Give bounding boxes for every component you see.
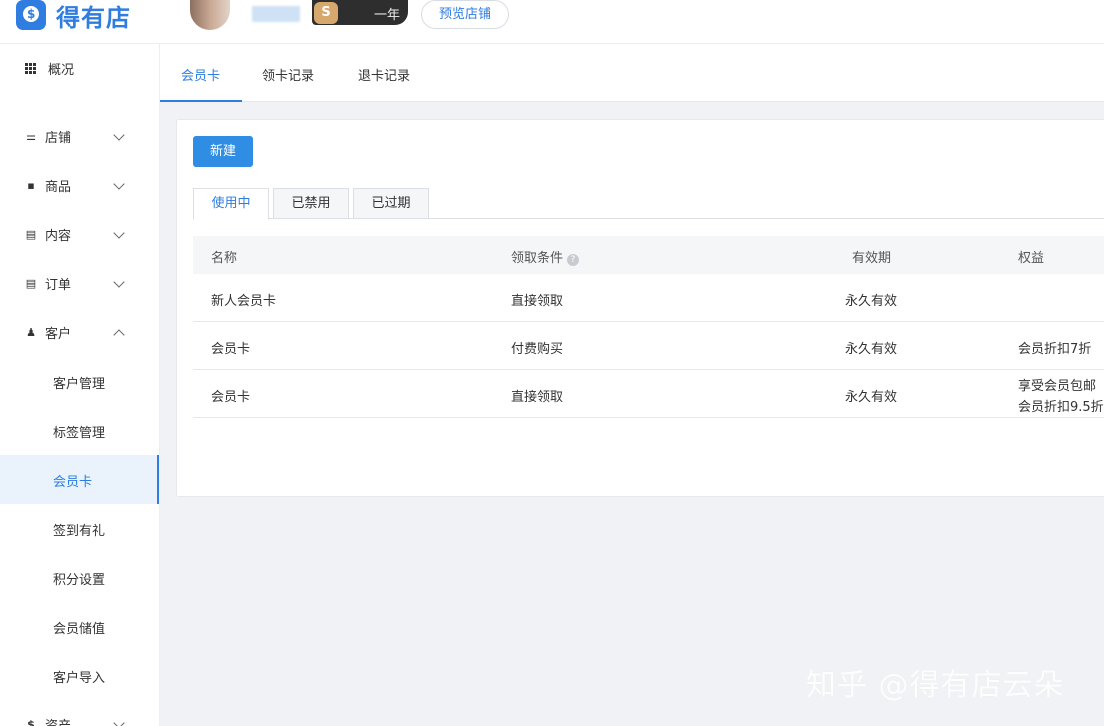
top-bar: $ 得有店 S 一年 预览店铺 [0,0,1104,44]
status-tabs: 使用中 已禁用 已过期 [193,188,1104,220]
column-header-validity: 有效期 [852,251,892,266]
tab-in-use[interactable]: 使用中 [193,188,269,220]
sidebar-item-label: 概况 [48,63,75,78]
order-icon: ▤ [25,276,37,290]
tab-disabled[interactable]: 已禁用 [273,188,349,219]
table-header: 名称 领取条件? 有效期 权益 [193,236,1104,274]
dollar-shop-icon: $ [16,0,46,30]
column-header-benefit: 权益 [1018,251,1045,266]
dollar-icon: $ [27,717,35,726]
sidebar-item-overview[interactable]: 概况 [0,44,159,93]
member-card-panel: 新建 使用中 已禁用 已过期 名称 领取条件? 有效期 权益 新人会员卡 直接领… [176,119,1104,497]
sidebar-subitem-label: 积分设置 [53,573,106,588]
sidebar-subitem-customer-import[interactable]: 客户导入 [0,651,159,700]
shop-avatar[interactable] [190,0,230,30]
store-icon: ⚌ [26,129,36,143]
logo[interactable]: $ 得有店 [16,0,131,32]
level-text: 一年 [374,8,401,23]
tab-expired[interactable]: 已过期 [353,188,429,219]
cell-validity: 永久有效 [845,294,898,309]
cell-validity: 永久有效 [845,390,898,405]
sidebar-subitem-member-card[interactable]: 会员卡 [0,455,159,504]
sidebar-item-label: 资产 [45,715,71,726]
content-icon: ▤ [25,227,37,241]
sidebar-subitem-checkin-gift[interactable]: 签到有礼 [0,504,159,553]
tab-claim-records[interactable]: 领卡记录 [262,65,314,84]
active-tab-indicator [160,100,242,102]
cell-benefit: 会员折扣7折 [1018,342,1092,357]
sidebar-item-label: 店铺 [45,131,72,146]
cell-validity: 永久有效 [845,342,898,357]
column-header-condition: 领取条件? [511,247,580,266]
chevron-up-icon [113,328,125,341]
cell-name: 会员卡 [211,390,251,405]
sidebar-item-label: 订单 [45,278,72,293]
sidebar-item-goods[interactable]: ▪ 商品 [0,161,159,210]
column-header-name: 名称 [211,251,238,266]
sidebar-item-label: 内容 [45,229,72,244]
sidebar-item-customer[interactable]: ♟ 客户 [0,308,159,357]
tab-member-card[interactable]: 会员卡 [181,65,220,84]
chevron-down-icon [113,177,125,190]
cell-name: 新人会员卡 [211,294,277,309]
chevron-down-icon [113,275,125,288]
sidebar-subitem-label: 标签管理 [53,426,106,441]
sidebar-subitem-points-settings[interactable]: 积分设置 [0,553,159,602]
chevron-down-icon [113,226,125,239]
cell-condition: 直接领取 [511,294,564,309]
sidebar-subitem-label: 客户导入 [53,671,106,686]
sidebar-item-label: 客户 [45,327,72,342]
cell-name: 会员卡 [211,342,251,357]
sidebar-subitem-tag-management[interactable]: 标签管理 [0,406,159,455]
page-tabs: 会员卡 领卡记录 退卡记录 [160,44,1104,102]
level-s-icon: S [314,2,338,24]
sidebar-subitem-label: 客户管理 [53,377,106,392]
cell-condition: 付费购买 [511,342,564,357]
new-button[interactable]: 新建 [193,136,253,167]
table-row[interactable]: 新人会员卡 直接领取 永久有效 [193,274,1104,322]
sidebar: 概况 ⚌ 店铺 ▪ 商品 ▤ 内容 ▤ 订单 ♟ 客户 客户管理 标签管理 会员… [0,44,160,726]
watermark: 知乎 @得有店云朵 [806,668,1065,703]
chevron-down-icon [113,716,125,726]
chevron-down-icon [113,128,125,141]
cell-condition: 直接领取 [511,390,564,405]
sidebar-subitem-member-stored-value[interactable]: 会员储值 [0,602,159,651]
sidebar-item-assets[interactable]: $ 资产 [0,700,159,726]
customer-icon: ♟ [26,325,36,339]
table-row[interactable]: 会员卡 直接领取 永久有效 享受会员包邮 会员折扣9.5折 [193,370,1104,418]
sidebar-subitem-label: 会员储值 [53,622,106,637]
sidebar-subitem-label: 签到有礼 [53,524,106,539]
sidebar-item-store[interactable]: ⚌ 店铺 [0,112,159,161]
table-row[interactable]: 会员卡 付费购买 永久有效 会员折扣7折 [193,322,1104,370]
sidebar-item-content[interactable]: ▤ 内容 [0,210,159,259]
goods-icon: ▪ [27,178,35,192]
shop-name [252,6,300,22]
grid-icon [25,63,36,74]
preview-shop-button[interactable]: 预览店铺 [421,0,509,29]
column-header-label: 领取条件 [511,251,564,266]
sidebar-item-label: 商品 [45,180,72,195]
cell-benefit-secondary: 会员折扣9.5折 [1018,400,1104,415]
logo-text: 得有店 [56,3,131,32]
sidebar-subitem-customer-management[interactable]: 客户管理 [0,357,159,406]
sidebar-item-order[interactable]: ▤ 订单 [0,259,159,308]
sidebar-subitem-label: 会员卡 [53,475,93,490]
cell-benefit: 享受会员包邮 [1018,379,1097,394]
tab-refund-records[interactable]: 退卡记录 [358,65,410,84]
question-icon[interactable]: ? [567,254,580,266]
